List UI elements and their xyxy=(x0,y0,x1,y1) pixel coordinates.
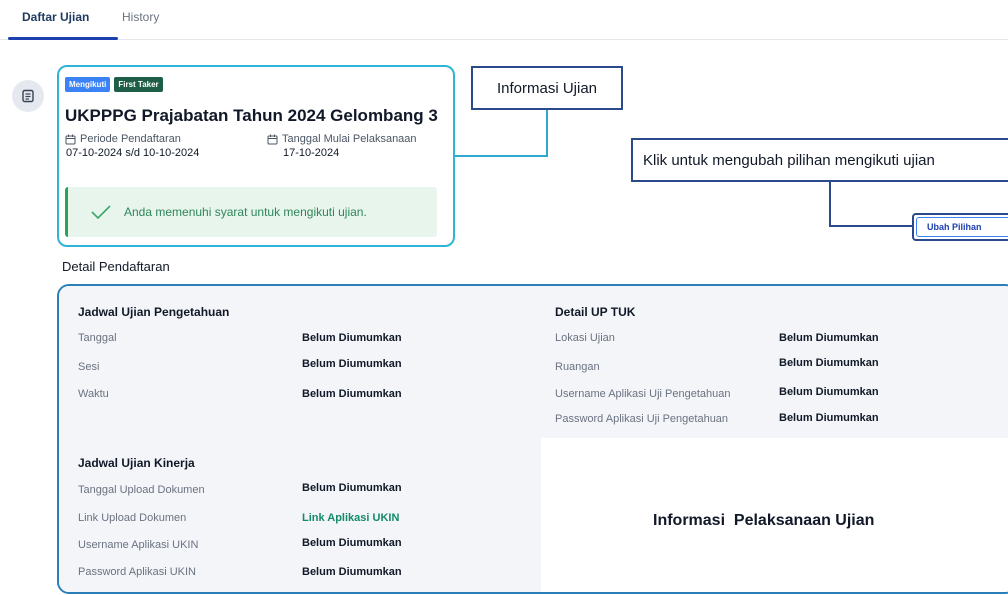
exam-title: UKPPPG Prajabatan Tahun 2024 Gelombang 3 xyxy=(65,106,438,125)
section-title-detail-pendaftaran: Detail Pendaftaran xyxy=(62,259,170,274)
row-label: Link Upload Dokumen xyxy=(78,512,187,524)
active-tab-indicator xyxy=(8,37,118,40)
callout-informasi-pelaksanaan: Informasi Pelaksanaan Ujian xyxy=(653,512,875,529)
detail-up-tuk-title: Detail UP TUK xyxy=(555,305,636,319)
connector-line xyxy=(546,110,548,157)
row-value: Belum Diumumkan xyxy=(302,332,402,344)
detail-pendaftaran-card: Jadwal Ujian Pengetahuan Tanggal Belum D… xyxy=(57,284,1008,594)
row-value: Belum Diumumkan xyxy=(779,386,879,398)
ubah-pilihan-highlight: Ubah Pilihan xyxy=(912,213,1008,241)
tab-bar: Daftar Ujian History xyxy=(0,0,1008,40)
row-label: Tanggal Upload Dokumen xyxy=(78,484,205,496)
row-value: Belum Diumumkan xyxy=(302,537,402,549)
callout-informasi-ujian-text: Informasi Ujian xyxy=(496,79,598,97)
start-date-label: Tanggal Mulai Pelaksanaan xyxy=(282,133,417,145)
row-value: Belum Diumumkan xyxy=(302,388,402,400)
row-value: Belum Diumumkan xyxy=(779,332,879,344)
start-date: Tanggal Mulai Pelaksanaan 17-10-2024 xyxy=(267,133,417,159)
connector-line xyxy=(455,155,548,157)
row-value: Belum Diumumkan xyxy=(779,412,879,424)
tab-daftar-ujian[interactable]: Daftar Ujian xyxy=(22,10,89,24)
tab-history[interactable]: History xyxy=(122,10,159,24)
callout-klik-text: Klik untuk mengubah pilihan mengikuti uj… xyxy=(643,151,935,169)
row-label: Tanggal xyxy=(78,332,117,344)
connector-line xyxy=(829,225,913,227)
row-label: Lokasi Ujian xyxy=(555,332,615,344)
check-icon xyxy=(91,205,111,220)
row-label: Password Aplikasi Uji Pengetahuan xyxy=(555,413,729,425)
exam-card[interactable]: Mengikuti First Taker UKPPPG Prajabatan … xyxy=(57,65,455,247)
row-value: Belum Diumumkan xyxy=(302,482,402,494)
jadwal-kinerja-title: Jadwal Ujian Kinerja xyxy=(78,456,195,470)
calendar-icon xyxy=(267,134,278,144)
row-value: Belum Diumumkan xyxy=(302,566,402,578)
row-label: Username Aplikasi UKIN xyxy=(78,539,199,551)
callout-informasi-ujian: Informasi Ujian xyxy=(471,66,623,110)
row-label: Waktu xyxy=(78,388,109,400)
row-label: Password Aplikasi UKIN xyxy=(78,566,196,578)
status-badge-mengikuti: Mengikuti xyxy=(65,77,111,92)
row-value: Belum Diumumkan xyxy=(779,357,879,369)
calendar-icon xyxy=(65,134,76,144)
eligibility-message: Anda memenuhi syarat untuk mengikuti uji… xyxy=(124,205,367,219)
registration-period-label: Periode Pendaftaran xyxy=(80,133,181,145)
callout-klik: Klik untuk mengubah pilihan mengikuti uj… xyxy=(631,138,1008,182)
start-date-value: 17-10-2024 xyxy=(283,147,340,159)
status-badge-first-taker: First Taker xyxy=(114,77,163,92)
row-value: Belum Diumumkan xyxy=(302,358,402,370)
link-upload-dokumen[interactable]: Link Aplikasi UKIN xyxy=(302,512,399,524)
document-icon xyxy=(12,80,44,112)
connector-line xyxy=(829,182,831,227)
ubah-pilihan-button[interactable]: Ubah Pilihan xyxy=(916,217,1008,237)
registration-period: Periode Pendaftaran 07-10-2024 s/d 10-10… xyxy=(65,133,199,159)
row-label: Ruangan xyxy=(555,361,600,373)
eligibility-alert: Anda memenuhi syarat untuk mengikuti uji… xyxy=(65,187,437,237)
registration-period-value: 07-10-2024 s/d 10-10-2024 xyxy=(66,147,200,159)
row-label: Username Aplikasi Uji Pengetahuan xyxy=(555,388,731,400)
jadwal-pengetahuan-title: Jadwal Ujian Pengetahuan xyxy=(78,305,230,319)
row-label: Sesi xyxy=(78,361,100,373)
badge-group: Mengikuti First Taker xyxy=(65,77,163,92)
